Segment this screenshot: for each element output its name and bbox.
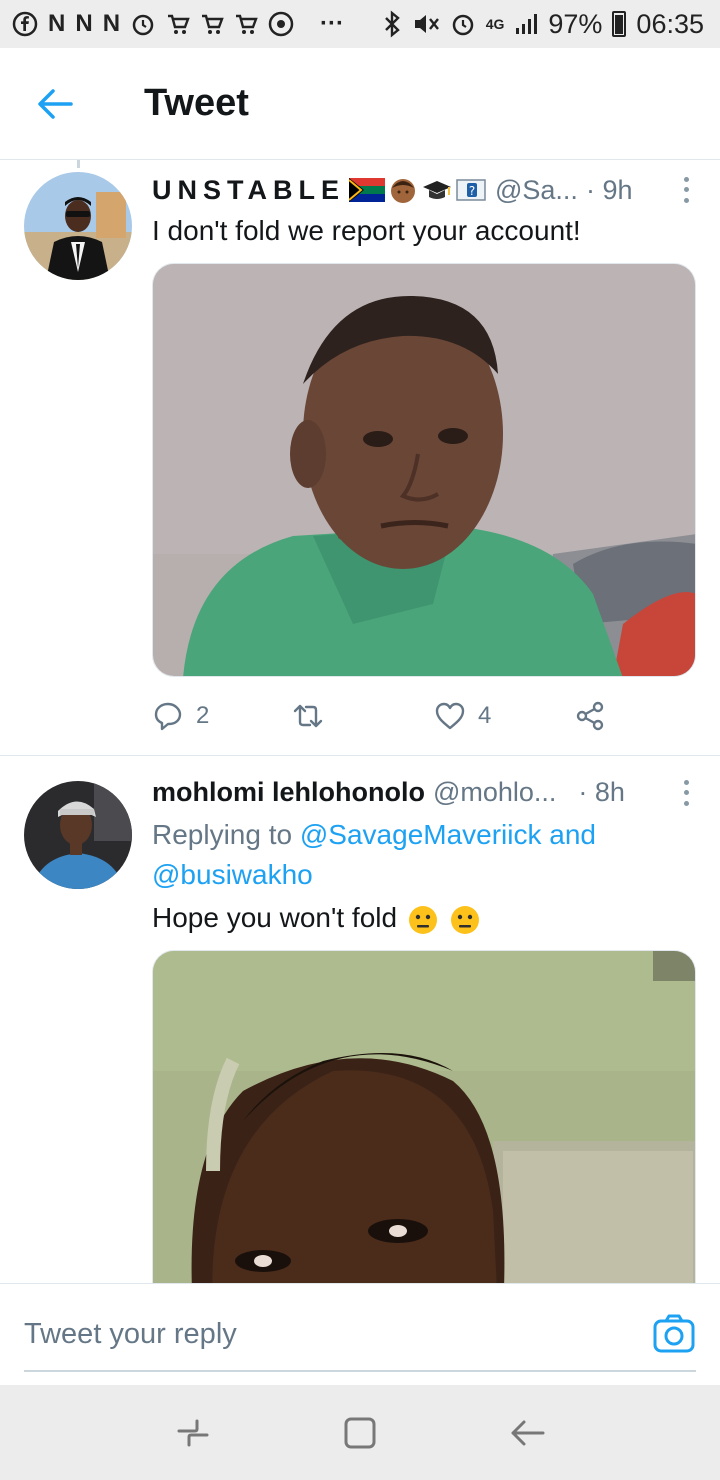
timestamp[interactable]: · 8h (578, 777, 625, 808)
tweet-header: UNSTABLE ? @Sa... · 9h (152, 174, 696, 206)
n-icon: N (48, 10, 66, 37)
home-button[interactable] (330, 1403, 390, 1463)
reply-input[interactable]: Tweet your reply (24, 1298, 696, 1372)
reply-bar: Tweet your reply (0, 1283, 720, 1385)
battery-percent: 97% (548, 8, 603, 39)
camera-button[interactable] (652, 1312, 696, 1356)
retweet-button[interactable] (292, 700, 434, 732)
tweet-text: Hope you won't fold (152, 899, 696, 937)
tweet-actions: 2 4 (152, 696, 630, 736)
page-title: Tweet (144, 82, 249, 124)
system-nav-bar (0, 1385, 720, 1480)
unknown-flag-icon: ? (456, 179, 486, 201)
person-emoji-icon (391, 179, 415, 203)
mute-icon (414, 15, 439, 33)
bluetooth-icon (384, 10, 400, 38)
svg-text:?: ? (469, 184, 475, 198)
network-type: 4G (485, 16, 505, 32)
alarm-icon (132, 14, 154, 36)
alarm-icon (452, 14, 473, 36)
status-bar: N N N ··· 4G 97% 06:35 (0, 0, 720, 48)
mention-link[interactable]: @busiwakho (152, 859, 313, 890)
back-button[interactable] (0, 48, 110, 160)
recent-apps-button[interactable] (163, 1403, 223, 1463)
share-button[interactable] (574, 700, 606, 732)
south-africa-flag-icon (349, 178, 385, 202)
cart-icon (168, 14, 190, 34)
tweet-photo (153, 264, 695, 676)
replying-to-label: Replying to (152, 819, 300, 850)
tweet-header: mohlomi lehlohonolo @mohlo... · 8h (152, 777, 696, 808)
clock: 06:35 (636, 8, 704, 39)
tweet-image[interactable] (152, 263, 696, 677)
tweet-image[interactable] (152, 950, 696, 1283)
recent-apps-icon (177, 1419, 209, 1446)
system-back-icon (511, 1420, 545, 1445)
more-options-button[interactable] (676, 777, 696, 809)
system-icons: 4G 97% 06:35 (382, 9, 704, 40)
app-header: Tweet (0, 48, 720, 160)
battery-icon (612, 11, 627, 37)
home-icon (344, 1417, 376, 1448)
avatar[interactable] (24, 781, 132, 889)
cart-icon (236, 14, 258, 34)
neutral-face-emoji-icon (408, 905, 437, 934)
camera-icon (653, 1314, 695, 1353)
share-icon (576, 701, 604, 731)
reply-button[interactable]: 2 (152, 700, 292, 732)
like-button[interactable]: 4 (434, 700, 574, 732)
reply-placeholder: Tweet your reply (24, 1317, 237, 1350)
like-count: 4 (478, 702, 492, 729)
mention-link[interactable]: @SavageMaveriick (300, 819, 542, 850)
signal-icon (516, 14, 538, 34)
tweet-text-content: Hope you won't fold (152, 902, 405, 933)
notification-icons: N N N ··· (12, 10, 344, 38)
more-icon: ··· (320, 10, 345, 37)
n-icon: N (75, 10, 93, 37)
neutral-face-emoji-icon (450, 905, 479, 934)
chrome-icon (268, 11, 294, 37)
thread-line (77, 160, 80, 168)
n-icon: N (102, 10, 121, 37)
timestamp[interactable]: · 9h (586, 175, 633, 206)
system-back-button[interactable] (497, 1403, 557, 1463)
back-arrow-icon (38, 88, 73, 119)
replying-and-label: and (541, 819, 596, 850)
tweet[interactable]: UNSTABLE ? @Sa... · 9h I don't fold we r… (0, 160, 720, 756)
display-name[interactable]: UNSTABLE (152, 175, 345, 206)
cart-icon (202, 14, 224, 34)
display-name[interactable]: mohlomi lehlohonolo (152, 777, 425, 808)
heart-icon (435, 702, 465, 730)
tweet-text: I don't fold we report your account! (152, 215, 581, 246)
avatar-image (24, 781, 132, 889)
more-options-button[interactable] (676, 174, 696, 206)
facebook-icon (12, 11, 38, 37)
tweet[interactable]: mohlomi lehlohonolo @mohlo... · 8h Reply… (0, 757, 720, 1283)
handle[interactable]: @Sa... (495, 175, 578, 206)
reply-count: 2 (196, 702, 210, 729)
retweet-icon (293, 704, 323, 728)
tweet-photo (153, 951, 695, 1283)
avatar-image (24, 172, 132, 280)
graduation-cap-icon (423, 181, 451, 199)
replying-to: Replying to @SavageMaveriick and @busiwa… (152, 815, 696, 895)
reply-icon (154, 702, 182, 731)
avatar[interactable] (24, 172, 132, 280)
handle[interactable]: @mohlo... (433, 777, 556, 808)
